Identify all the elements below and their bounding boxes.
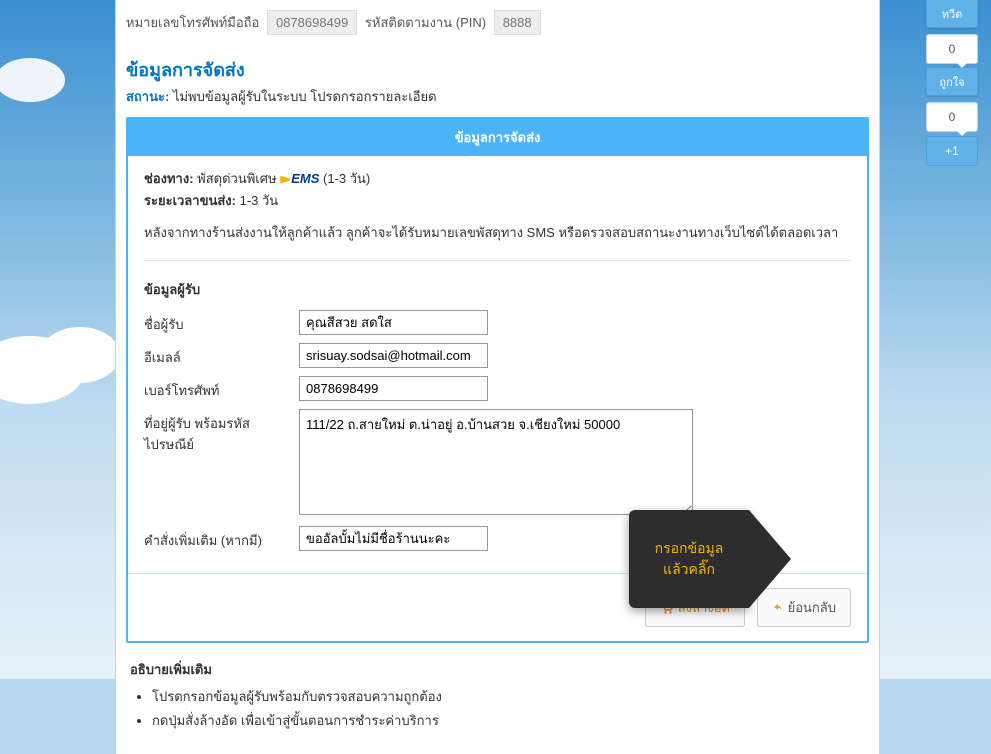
phone-field-label: เบอร์โทรศัพท์ xyxy=(144,376,299,401)
shipping-header: ข้อมูลการจัดส่ง xyxy=(128,119,867,156)
separator xyxy=(144,260,851,261)
tweet-button[interactable]: ทวีต xyxy=(926,0,978,28)
back-label: ย้อนกลับ xyxy=(788,600,836,615)
phone-readonly: 0878698499 xyxy=(267,10,357,35)
channel-suffix: (1-3 วัน) xyxy=(323,171,370,186)
address-textarea[interactable] xyxy=(299,409,693,515)
extra-input[interactable] xyxy=(299,526,488,551)
explain-block: อธิบายเพิ่มเติม โปรดกรอกข้อมูลผู้รับพร้อ… xyxy=(130,659,865,731)
shipping-note: หลังจากทางร้านส่งงานให้ลูกค้าแล้ว ลูกค้า… xyxy=(144,222,851,244)
extra-label: คำสั่งเพิ่มเติม (หากมี) xyxy=(144,526,299,551)
name-label: ชื่อผู้รับ xyxy=(144,310,299,335)
email-label: อีเมลล์ xyxy=(144,343,299,368)
callout-line1: กรอกข้อมูล xyxy=(655,540,724,556)
callout-line2: แล้วคลิ๊ก xyxy=(663,561,715,577)
email-input[interactable] xyxy=(299,343,488,368)
status-text: ไม่พบข้อมูลผู้รับในระบบ โปรดกรอกรายละเอี… xyxy=(173,89,437,104)
callout-tooltip: กรอกข้อมูล แล้วคลิ๊ก xyxy=(629,510,749,608)
section-title: ข้อมูลการจัดส่ง xyxy=(126,55,869,84)
tweet-count: 0 xyxy=(926,34,978,64)
duration-value: 1-3 วัน xyxy=(240,193,279,208)
duration-label: ระยะเวลาขนส่ง: xyxy=(144,193,236,208)
status-label: สถานะ: xyxy=(126,89,169,104)
ems-icon: EMS xyxy=(280,168,319,190)
plus-one-button[interactable]: +1 xyxy=(926,136,978,166)
channel-label: ช่องทาง: xyxy=(144,171,194,186)
duration-row: ระยะเวลาขนส่ง: 1-3 วัน xyxy=(144,190,851,212)
recipient-heading: ข้อมูลผู้รับ xyxy=(144,279,851,300)
name-input[interactable] xyxy=(299,310,488,335)
pin-label: รหัสติดตามงาน (PIN) xyxy=(365,15,486,30)
explain-item: กดปุ่มสั่งล้างอัด เพื่อเข้าสู่ขั้นตอนการ… xyxy=(152,710,865,731)
like-count: 0 xyxy=(926,102,978,132)
pin-readonly: 8888 xyxy=(494,10,541,35)
channel-prefix: พัสดุด่วนพิเศษ xyxy=(197,171,276,186)
channel-row: ช่องทาง: พัสดุด่วนพิเศษ EMS (1-3 วัน) xyxy=(144,168,851,190)
phone-input[interactable] xyxy=(299,376,488,401)
explain-heading: อธิบายเพิ่มเติม xyxy=(130,659,865,680)
status-line: สถานะ: ไม่พบข้อมูลผู้รับในระบบ โปรดกรอกร… xyxy=(126,86,869,107)
address-label: ที่อยู่ผู้รับ พร้อมรหัสไปรษณีย์ xyxy=(144,409,299,455)
explain-item: โปรดกรอกข้อมูลผู้รับพร้อมกับตรวจสอบความถ… xyxy=(152,686,865,707)
tracking-row: หมายเลขโทรศัพท์มือถือ 0878698499 รหัสติด… xyxy=(126,0,869,49)
phone-label: หมายเลขโทรศัพท์มือถือ xyxy=(126,15,259,30)
like-button[interactable]: ถูกใจ xyxy=(926,68,978,96)
